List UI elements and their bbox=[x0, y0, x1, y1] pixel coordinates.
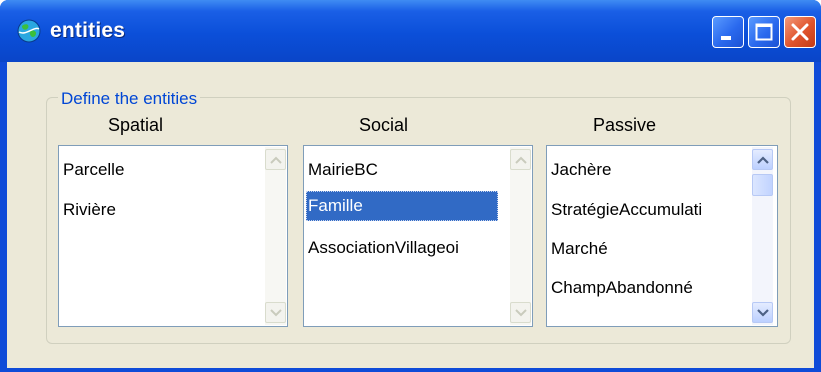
spatial-header: Spatial bbox=[108, 115, 164, 135]
scroll-up-button[interactable] bbox=[752, 149, 773, 170]
list-item[interactable]: AssociationVillageoi bbox=[306, 233, 459, 263]
list-item[interactable]: ChampAbandonné bbox=[549, 273, 693, 303]
scroll-down-button[interactable] bbox=[265, 302, 286, 323]
scroll-thumb[interactable] bbox=[752, 174, 773, 196]
list-item[interactable]: MairieBC bbox=[306, 155, 378, 185]
maximize-button[interactable] bbox=[748, 16, 780, 48]
minimize-button[interactable] bbox=[712, 16, 744, 48]
social-header: Social bbox=[359, 115, 409, 135]
passive-listbox[interactable]: Jachère StratégieAccumulati Marché Champ… bbox=[546, 145, 778, 327]
spatial-scrollbar[interactable] bbox=[265, 147, 286, 325]
scroll-down-button[interactable] bbox=[510, 302, 531, 323]
list-item[interactable]: Parcelle bbox=[61, 155, 124, 185]
list-item-selected[interactable]: Famille bbox=[306, 191, 498, 221]
maximize-icon bbox=[755, 23, 773, 41]
list-item[interactable]: StratégieAccumulati bbox=[549, 195, 702, 225]
chevron-up-icon bbox=[756, 155, 769, 164]
minimize-icon bbox=[721, 36, 731, 40]
chevron-down-icon bbox=[269, 308, 282, 316]
social-listbox[interactable]: MairieBC Famille AssociationVillageoi bbox=[303, 145, 533, 327]
chevron-up-icon bbox=[514, 156, 527, 164]
list-item[interactable]: Jachère bbox=[549, 155, 611, 185]
chevron-down-icon bbox=[756, 308, 769, 317]
list-item[interactable]: Marché bbox=[549, 234, 608, 264]
title-bar[interactable]: entities bbox=[0, 0, 821, 62]
passive-scrollbar[interactable] bbox=[752, 147, 773, 325]
scroll-up-button[interactable] bbox=[510, 149, 531, 170]
passive-header: Passive bbox=[593, 115, 657, 135]
spatial-listbox[interactable]: Parcelle Rivière bbox=[58, 145, 288, 327]
close-icon bbox=[791, 23, 809, 41]
chevron-up-icon bbox=[269, 156, 282, 164]
close-button[interactable] bbox=[784, 16, 816, 48]
social-scrollbar[interactable] bbox=[510, 147, 531, 325]
groupbox-legend: Define the entities bbox=[58, 89, 201, 109]
window-title: entities bbox=[50, 19, 126, 42]
scroll-down-button[interactable] bbox=[752, 302, 773, 323]
globe-icon bbox=[17, 19, 41, 43]
scroll-up-button[interactable] bbox=[265, 149, 286, 170]
list-item[interactable]: Rivière bbox=[61, 195, 116, 225]
chevron-down-icon bbox=[514, 308, 527, 316]
